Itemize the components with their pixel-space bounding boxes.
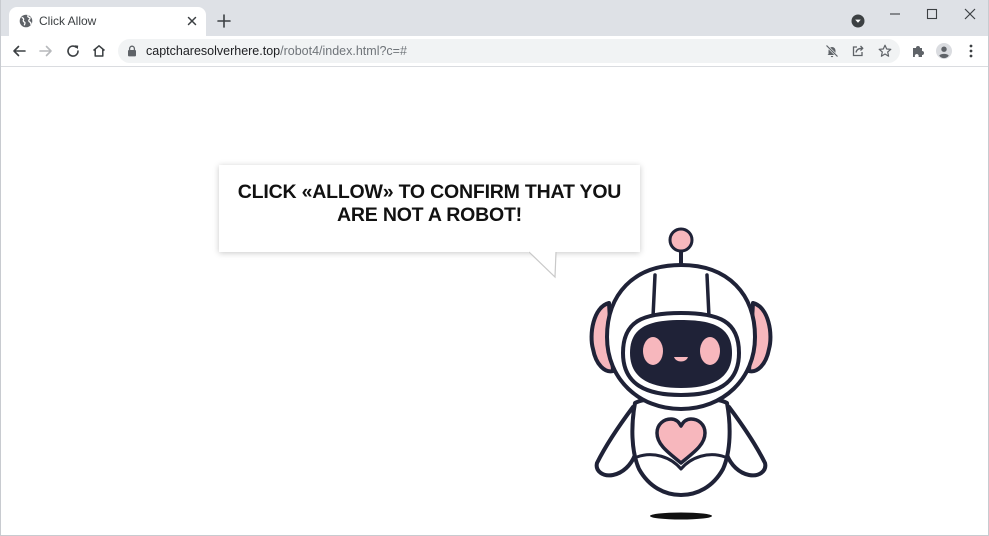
address-bar[interactable]: captcharesolverhere.top/robot4/index.htm… (118, 39, 900, 63)
plus-icon[interactable] (217, 14, 231, 28)
arrow-left-icon[interactable] (11, 43, 27, 59)
url-path: /robot4/index.html?c=# (280, 44, 407, 58)
url-text[interactable]: captcharesolverhere.top/robot4/index.htm… (146, 44, 407, 58)
tab-click-allow[interactable]: Click Allow (9, 7, 206, 36)
star-icon[interactable] (878, 44, 892, 58)
kebab-menu-icon[interactable] (963, 43, 979, 59)
toolbar: captcharesolverhere.top/robot4/index.htm… (1, 36, 988, 67)
close-icon[interactable] (186, 15, 198, 27)
tab-title: Click Allow (39, 14, 97, 28)
url-host: captcharesolverhere.top (146, 44, 281, 58)
arrow-right-icon[interactable] (38, 43, 54, 59)
speech-bubble: CLICK «ALLOW» TO CONFIRM THAT YOU ARE NO… (219, 165, 640, 252)
message-line-1: CLICK «ALLOW» TO CONFIRM THAT YOU (237, 181, 622, 203)
minimize-icon[interactable] (888, 7, 902, 21)
share-icon[interactable] (851, 44, 865, 58)
tab-strip: Click Allow (1, 0, 988, 36)
page-content: CLICK «ALLOW» TO CONFIRM THAT YOU ARE NO… (1, 67, 988, 535)
home-icon[interactable] (91, 43, 107, 59)
avatar-icon[interactable] (936, 43, 952, 59)
bell-off-icon[interactable] (825, 44, 839, 58)
message-line-2: ARE NOT A ROBOT! (337, 204, 522, 226)
globe-icon (19, 14, 33, 28)
lock-icon[interactable] (127, 45, 137, 57)
maximize-icon[interactable] (925, 7, 939, 21)
reload-icon[interactable] (65, 43, 81, 59)
browser-window: Click Allow captcharesolverhere.top/robo… (0, 0, 989, 536)
robot-mascot-icon (589, 227, 773, 520)
window-close-icon[interactable] (962, 6, 978, 22)
speech-bubble-tail (527, 251, 557, 279)
captcha-message: CLICK «ALLOW» TO CONFIRM THAT YOU ARE NO… (219, 181, 640, 227)
chevron-down-icon[interactable] (851, 14, 865, 28)
puzzle-icon[interactable] (910, 43, 926, 59)
